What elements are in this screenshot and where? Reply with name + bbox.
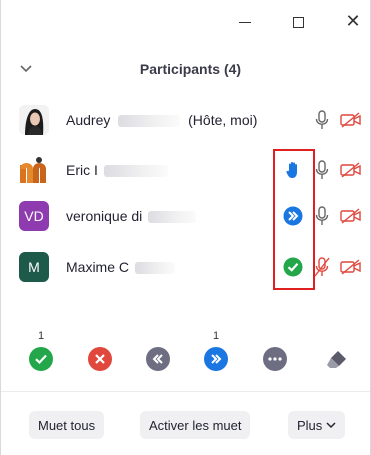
- reaction-yes-button[interactable]: [29, 347, 53, 371]
- microphone-icon[interactable]: [313, 109, 331, 131]
- avatar: [19, 155, 49, 185]
- status-highlight-box: [273, 149, 315, 290]
- more-button[interactable]: Plus: [288, 411, 346, 439]
- avatar-initials: M: [28, 259, 40, 275]
- redacted-surname: [103, 165, 168, 178]
- participant-name: veronique di: [66, 208, 197, 224]
- redacted-surname: [118, 115, 181, 128]
- participant-row[interactable]: VD veronique di: [1, 194, 371, 242]
- reaction-count-yes: 1: [37, 330, 45, 342]
- microphone-icon[interactable]: [313, 205, 331, 227]
- x-icon: [95, 354, 105, 364]
- participant-name-text: veronique di: [66, 208, 143, 224]
- participant-name: Eric I: [66, 162, 168, 178]
- avatar: [19, 105, 49, 135]
- user-photo-icon: [19, 105, 49, 135]
- check-icon: [35, 354, 47, 365]
- panel-title: Participants (4): [139, 61, 242, 77]
- video-off-icon[interactable]: [339, 205, 363, 227]
- reaction-count-go-faster: 1: [212, 330, 220, 342]
- ellipsis-icon: [268, 357, 282, 361]
- close-button[interactable]: ✕: [341, 10, 365, 34]
- minimize-button[interactable]: [233, 10, 257, 34]
- participant-name: Audrey (Hôte, moi): [66, 112, 257, 128]
- chevron-down-icon: [326, 421, 336, 428]
- fast-forward-icon: [211, 354, 222, 364]
- avatar-initials: VD: [24, 208, 44, 224]
- maximize-icon: [292, 16, 304, 28]
- participant-row[interactable]: M Maxime C: [1, 245, 371, 293]
- microphone-muted-icon[interactable]: [313, 256, 331, 278]
- video-off-icon[interactable]: [339, 159, 363, 181]
- footer-divider: [1, 391, 370, 392]
- participant-row[interactable]: Audrey (Hôte, moi): [1, 98, 371, 146]
- participant-name: Maxime C: [66, 259, 175, 275]
- more-label: Plus: [297, 417, 323, 433]
- participant-name-text: Maxime C: [66, 259, 130, 275]
- microphone-icon[interactable]: [313, 159, 331, 181]
- avatar: VD: [19, 201, 49, 231]
- redacted-surname: [148, 211, 197, 224]
- logo-m-icon: [20, 157, 46, 183]
- maximize-button[interactable]: [286, 10, 310, 34]
- participant-name-text: Eric I: [66, 162, 98, 178]
- rewind-icon: [152, 354, 163, 364]
- participant-role: (Hôte, moi): [188, 112, 258, 128]
- participant-name-text: Audrey: [66, 112, 111, 128]
- redacted-surname: [134, 262, 175, 275]
- avatar: M: [19, 252, 49, 282]
- unmute-all-button[interactable]: Activer les muet: [140, 411, 251, 439]
- reaction-go-faster-button[interactable]: [204, 347, 228, 371]
- video-off-icon[interactable]: [339, 109, 363, 131]
- video-off-icon[interactable]: [339, 256, 363, 278]
- mute-all-button[interactable]: Muet tous: [29, 411, 105, 439]
- reaction-no-button[interactable]: [88, 347, 112, 371]
- close-icon: ✕: [345, 11, 361, 32]
- reaction-go-slower-button[interactable]: [146, 347, 170, 371]
- reaction-more-button[interactable]: [263, 347, 287, 371]
- participants-window: ✕ Participants (4) Audrey (Hôte, moi) Er…: [0, 0, 371, 455]
- minimize-icon: [239, 21, 251, 23]
- clear-reactions-button[interactable]: [325, 347, 349, 371]
- participant-row[interactable]: Eric I: [1, 148, 371, 196]
- eraser-icon: [327, 351, 346, 368]
